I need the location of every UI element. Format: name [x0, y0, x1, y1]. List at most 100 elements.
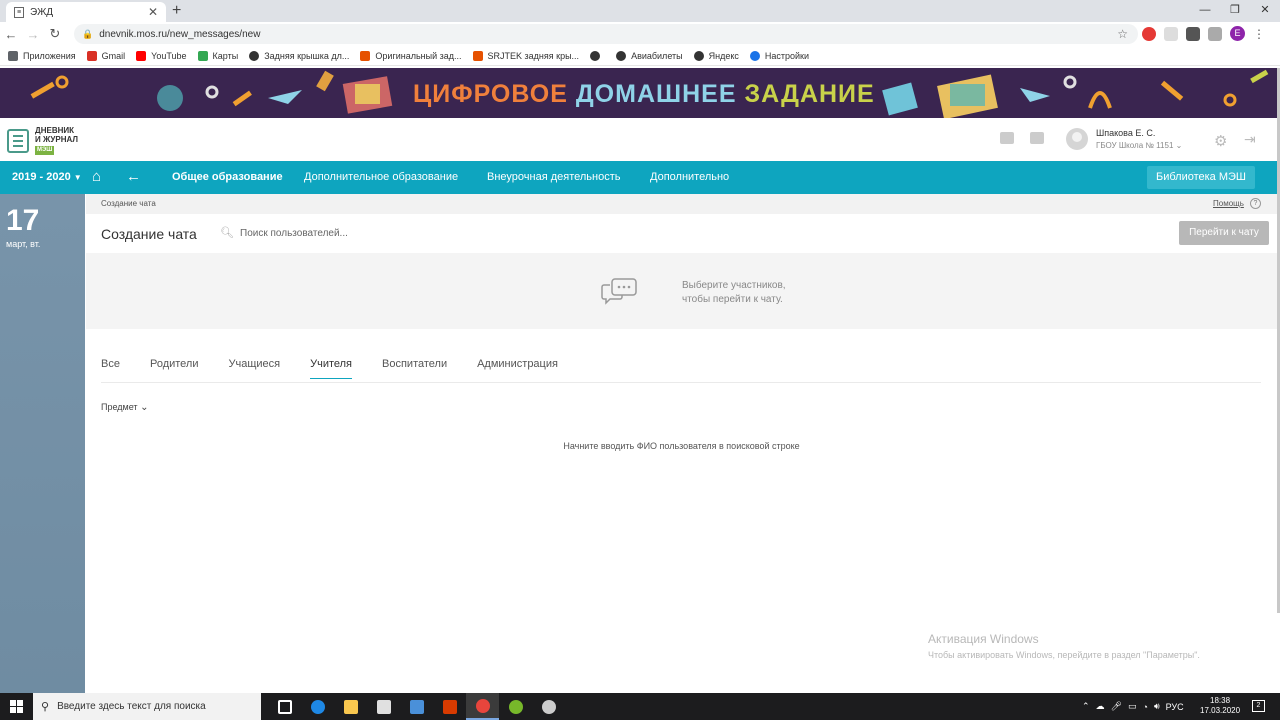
bookmark-item[interactable]: Оригинальный зад... [360, 50, 462, 61]
taskbar-app[interactable] [499, 693, 532, 720]
network-icon[interactable]: ▭ [1128, 701, 1137, 712]
minimize-icon[interactable]: — [1190, 0, 1220, 22]
banner-title: ЦИФРОВОЕ ДОМАШНЕЕ ЗАДАНИЕ [413, 80, 875, 109]
nav-item-additional-education[interactable]: Дополнительное образование [304, 171, 458, 183]
gmail-icon [86, 50, 97, 61]
bookmark-label: Карты [212, 50, 239, 61]
role-tab[interactable]: Воспитатели [382, 358, 447, 379]
taskbar-app[interactable] [433, 693, 466, 720]
wifi-icon[interactable]: ◔ [1143, 702, 1148, 712]
browser-tab-strip: ≡ ЭЖД ✕ + — ❐ ✕ [0, 0, 1280, 22]
main-nav: 2019 - 2020 ▼ ⌂ ← Общее образование Допо… [0, 161, 1277, 194]
bookmark-label: Приложения [23, 50, 76, 61]
extension-icon[interactable] [1186, 26, 1200, 41]
breadcrumb-item[interactable]: Создание чата [101, 199, 156, 208]
taskbar-clock[interactable]: 18:38 17.03.2020 [1200, 696, 1240, 716]
bookmark-item[interactable]: Настройки [749, 50, 809, 61]
address-toolbar: ← → ↻ 🔒 dnevnik.mos.ru/new_messages/new … [0, 22, 1280, 46]
bookmark-item[interactable]: Карты [197, 50, 239, 61]
globe-icon [693, 50, 704, 61]
bookmark-star-icon[interactable]: ☆ [1117, 27, 1128, 41]
window-controls: — ❐ ✕ [1190, 0, 1280, 22]
reload-icon[interactable]: ↻ [44, 26, 66, 42]
taskbar-app[interactable] [466, 693, 499, 720]
taskbar-app[interactable] [301, 693, 334, 720]
help-link[interactable]: Помощь [1213, 199, 1244, 208]
nav-item-extracurricular[interactable]: Внеурочная деятельность [487, 171, 620, 183]
go-to-chat-button[interactable]: Перейти к чату [1179, 221, 1269, 245]
windows-start-icon[interactable] [10, 700, 23, 713]
promo-banner[interactable]: ЦИФРОВОЕ ДОМАШНЕЕ ЗАДАНИЕ [0, 68, 1277, 118]
close-tab-icon[interactable]: ✕ [148, 5, 158, 19]
taskbar-app[interactable] [334, 693, 367, 720]
taskbar-app[interactable] [268, 693, 301, 720]
bookmark-item[interactable]: Авиабилеты [616, 50, 683, 61]
language-indicator[interactable]: РУС [1166, 702, 1184, 712]
profile-avatar[interactable]: E [1230, 26, 1245, 41]
year-selector[interactable]: 2019 - 2020 ▼ [12, 171, 82, 183]
bookmark-item[interactable]: Яндекс [693, 50, 739, 61]
taskbar-search[interactable]: ⚲ Введите здесь текст для поиска [33, 693, 261, 720]
role-tab[interactable]: Все [101, 358, 120, 379]
gear-icon [749, 50, 760, 61]
new-tab-icon[interactable]: + [172, 2, 181, 20]
role-tab[interactable]: Родители [150, 358, 199, 379]
gear-icon[interactable]: ⚙ [1214, 132, 1227, 150]
back-arrow-icon[interactable]: ← [126, 168, 141, 185]
nav-item-general-education[interactable]: Общее образование [172, 171, 283, 183]
header-icons [1000, 132, 1044, 144]
user-menu[interactable]: Шпакова Е. С. ГБОУ Школа № 1151 ⌄ [1066, 128, 1182, 150]
volume-icon[interactable]: 🔊︎ [1154, 701, 1160, 712]
home-icon[interactable]: ⌂ [92, 168, 101, 185]
app-logo[interactable]: ДНЕВНИК И ЖУРНАЛ МЭШ [7, 126, 78, 155]
microphone-icon[interactable]: 🎤︎ [1111, 701, 1122, 712]
bookmark-label: YouTube [151, 50, 187, 61]
extension-icon[interactable] [1208, 26, 1222, 41]
close-window-icon[interactable]: ✕ [1250, 0, 1280, 22]
subject-filter[interactable]: Предмет ⌄ [101, 402, 148, 413]
bookmark-item[interactable]: YouTube [136, 50, 187, 61]
bookmark-item[interactable] [590, 50, 605, 61]
bookmark-label: Яндекс [708, 50, 739, 61]
role-tab[interactable]: Администрация [477, 358, 558, 379]
taskbar-app[interactable] [532, 693, 565, 720]
torrent-icon [508, 699, 523, 714]
tabs-divider [101, 382, 1261, 383]
taskbar-app[interactable] [400, 693, 433, 720]
user-name: Шпакова Е. С. [1096, 128, 1156, 138]
participants-placeholder: Выберите участников, чтобы перейти к чат… [86, 253, 1277, 329]
mail-icon[interactable] [1030, 132, 1044, 144]
cloud-icon[interactable]: ☁ [1096, 701, 1105, 712]
shop-icon [472, 50, 483, 61]
user-search-input[interactable] [240, 223, 640, 243]
url-bar[interactable]: 🔒 dnevnik.mos.ru/new_messages/new ☆ [74, 24, 1138, 44]
role-tabs: Все Родители Учащиеся Учителя Воспитатели Адм… [101, 358, 588, 379]
role-tab[interactable]: Учащиеся [229, 358, 281, 379]
taskbar-app[interactable] [367, 693, 400, 720]
chevron-up-icon[interactable]: ⌃ [1082, 701, 1090, 712]
bookmarks-bar: Приложения Gmail YouTube Карты Задняя крышка… [0, 46, 1280, 66]
back-arrow-icon[interactable]: ← [0, 27, 22, 42]
logo-line-1: ДНЕВНИК [35, 126, 74, 135]
app-header: ДНЕВНИК И ЖУРНАЛ МЭШ Шпакова Е. С. ГБОУ … [0, 118, 1277, 161]
library-button[interactable]: Библиотека МЭШ [1147, 166, 1255, 189]
help-icon[interactable]: ? [1250, 198, 1261, 209]
browser-tab[interactable]: ≡ ЭЖД ✕ [6, 2, 166, 22]
bookmark-item[interactable]: SRJTEK задняя кры... [472, 50, 579, 61]
opera-icon[interactable] [1142, 26, 1156, 41]
bookmark-item[interactable]: Приложения [8, 50, 76, 61]
nav-item-additional[interactable]: Дополнительно [650, 171, 729, 183]
logout-icon[interactable]: ⇥ [1244, 131, 1256, 148]
role-tab[interactable]: Учителя [310, 358, 352, 379]
bookmark-item[interactable]: Задняя крышка дл... [249, 50, 349, 61]
more-menu-icon[interactable]: ⋮ [1253, 27, 1265, 41]
notification-center-icon[interactable]: 2 [1252, 700, 1265, 712]
banner-word-1: ЦИФРОВОЕ [413, 80, 568, 108]
caret-down-icon: ▼ [73, 173, 82, 182]
restore-icon[interactable]: ❐ [1220, 0, 1250, 22]
chat-header: Создание чата 🔍︎ Перейти к чату [86, 214, 1277, 253]
notifications-icon[interactable] [1000, 132, 1014, 144]
extension-icon[interactable] [1164, 26, 1178, 41]
forward-arrow-icon[interactable]: → [22, 27, 44, 42]
bookmark-item[interactable]: Gmail [86, 50, 125, 61]
